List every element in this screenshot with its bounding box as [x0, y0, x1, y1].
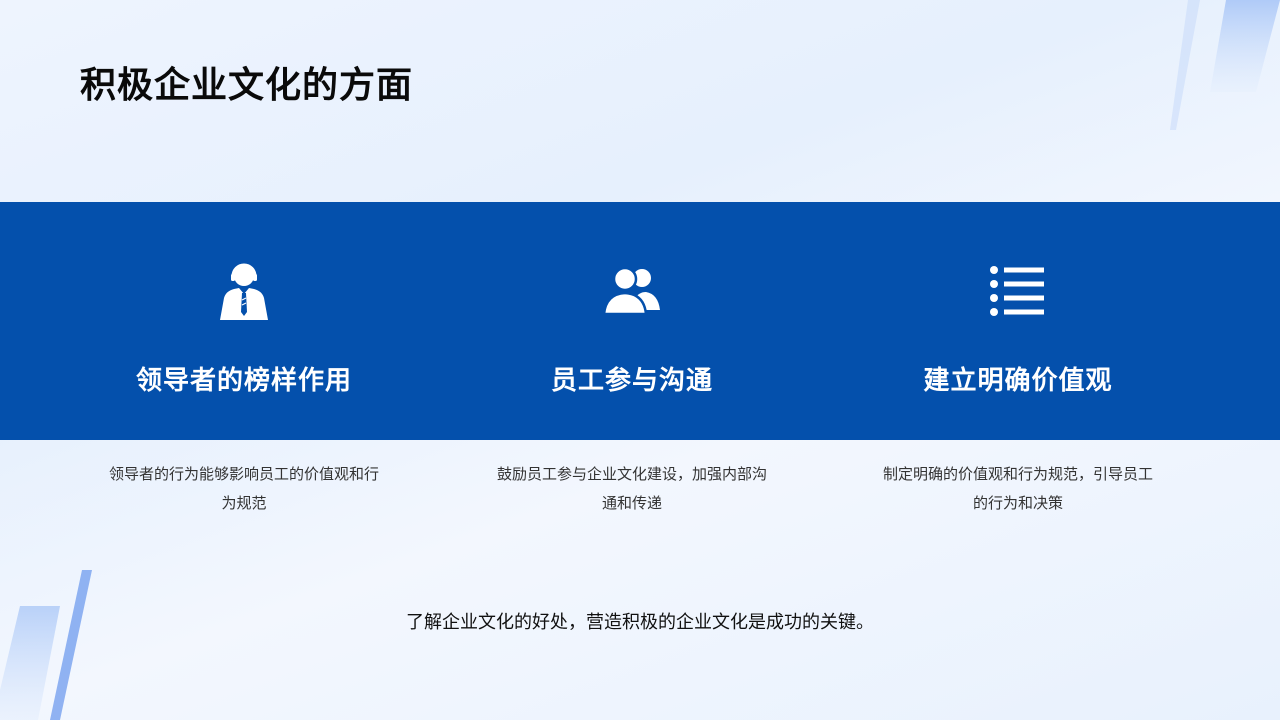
feature-card-title: 领导者的榜样作用	[135, 366, 352, 396]
feature-description-leadership: 领导者的行为能够影响员工的价值观和行为规范	[44, 460, 444, 518]
feature-card-leadership: 领导者的榜样作用	[44, 202, 444, 440]
feature-description-communication: 鼓励员工参与企业文化建设，加强内部沟通和传递	[432, 460, 832, 518]
feature-description-values: 制定明确的价值观和行为规范，引导员工的行为和决策	[818, 460, 1218, 518]
feature-description-text: 制定明确的价值观和行为规范，引导员工的行为和决策	[883, 465, 1154, 512]
feature-description-text: 鼓励员工参与企业文化建设，加强内部沟通和传递	[497, 465, 768, 512]
feature-card-values: 建立明确价值观	[818, 202, 1218, 440]
feature-band: 领导者的榜样作用 员工参与沟通 建立明确价值观	[0, 202, 1280, 440]
feature-card-communication: 员工参与沟通	[432, 202, 832, 440]
feature-card-title: 员工参与沟通	[550, 366, 713, 396]
feature-description-text: 领导者的行为能够影响员工的价值观和行为规范	[109, 465, 380, 512]
summary-text: 了解企业文化的好处，营造积极的企业文化是成功的关键。	[406, 612, 874, 633]
feature-card-title: 建立明确价值观	[923, 366, 1113, 396]
decorative-stripes-bottom-left	[0, 570, 92, 720]
list-icon	[986, 260, 1050, 324]
users-icon	[600, 260, 664, 324]
leader-icon	[212, 260, 276, 324]
page-title: 积极企业文化的方面	[80, 65, 414, 106]
decorative-stripes-top-right	[1170, 0, 1280, 130]
